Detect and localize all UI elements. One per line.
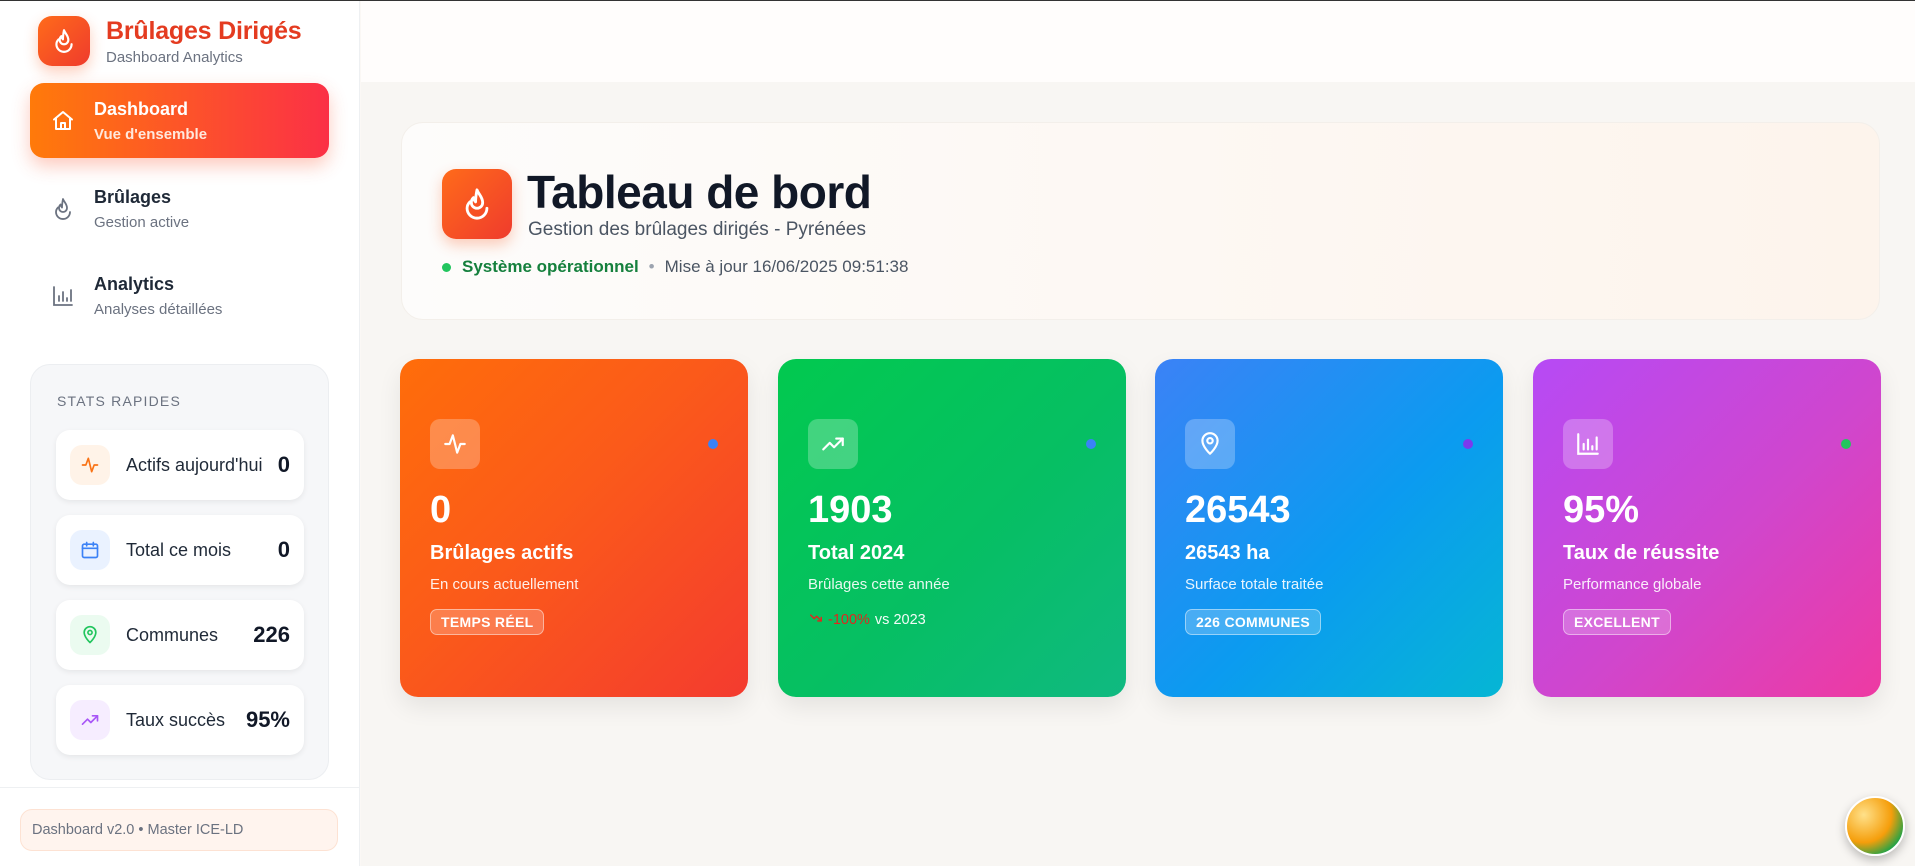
quick-stat-label: Total ce mois: [126, 539, 232, 560]
quick-stat-label: Communes: [126, 624, 219, 645]
kpi-status-dot: [1841, 439, 1851, 449]
kpi-value: 26543: [1185, 489, 1291, 531]
kpi-value: 1903: [808, 489, 893, 531]
kpi-status-dot: [708, 439, 718, 449]
bar-chart-icon: [1563, 419, 1613, 469]
flame-icon: [442, 169, 512, 239]
map-pin-icon: [1185, 419, 1235, 469]
kpi-badge: TEMPS RÉEL: [430, 609, 545, 635]
nav-item-subtitle: Vue d'ensemble: [94, 125, 208, 143]
nav-item-title: Dashboard: [94, 98, 189, 119]
nav-item-subtitle: Analyses détaillées: [94, 300, 223, 318]
page-title: Tableau de bord: [527, 166, 872, 218]
kpi-trend: -100% vs 2023: [808, 611, 926, 629]
quick-stats-panel: STATS RAPIDES Actifs aujourd'hui 0 Total…: [30, 364, 329, 780]
brand-title: Brûlages Dirigés: [106, 16, 302, 45]
nav-item-title: Analytics: [94, 273, 175, 294]
assistant-avatar[interactable]: [1845, 796, 1905, 856]
nav-item-title: Brûlages: [94, 186, 172, 207]
trend-value: -100%: [828, 612, 870, 628]
trending-up-icon: [70, 700, 110, 740]
kpi-badge: EXCELLENT: [1563, 609, 1671, 635]
quick-stat-value: 226: [253, 622, 290, 647]
last-update: Mise à jour 16/06/2025 09:51:38: [664, 257, 909, 276]
kpi-description: Performance globale: [1563, 576, 1702, 593]
kpi-label: Total 2024: [808, 542, 905, 564]
sidebar: Brûlages Dirigés Dashboard Analytics Das…: [0, 1, 360, 866]
kpi-description: Brûlages cette année: [808, 576, 950, 593]
nav-item-subtitle: Gestion active: [94, 213, 190, 231]
version-footer: Dashboard v2.0 • Master ICE-LD: [20, 809, 338, 851]
flame-icon: [50, 196, 76, 222]
quick-stat-total-mois[interactable]: Total ce mois 0: [56, 515, 304, 585]
quick-stat-label: Actifs aujourd'hui: [126, 454, 263, 475]
kpi-label: 26543 ha: [1185, 542, 1270, 564]
quick-stat-communes[interactable]: Communes 226: [56, 600, 304, 670]
kpi-value: 95%: [1563, 489, 1640, 531]
trend-comparison: vs 2023: [874, 612, 926, 628]
trending-down-icon: [808, 611, 824, 629]
nav-item-analytics[interactable]: Analytics Analyses détaillées: [30, 258, 329, 333]
quick-stat-value: 0: [277, 537, 290, 562]
sidebar-footer-divider: [0, 787, 359, 788]
kpi-badge: 226 COMMUNES: [1185, 609, 1322, 635]
status-text: Système opérationnel: [462, 257, 639, 276]
dashboard-header: Tableau de bord Gestion des brûlages dir…: [401, 122, 1880, 320]
trending-up-icon: [808, 419, 858, 469]
kpi-status-dot: [1463, 439, 1473, 449]
quick-stat-actifs[interactable]: Actifs aujourd'hui 0: [56, 430, 304, 500]
status-dot: [442, 262, 451, 272]
nav-item-brulages[interactable]: Brûlages Gestion active: [30, 171, 329, 246]
kpi-label: Taux de réussite: [1563, 542, 1720, 564]
brand[interactable]: Brûlages Dirigés Dashboard Analytics: [38, 16, 302, 66]
kpi-card-brulages-actifs[interactable]: 0 Brûlages actifs En cours actuellement …: [400, 359, 748, 697]
quick-stats-heading: STATS RAPIDES: [57, 393, 181, 409]
kpi-description: En cours actuellement: [430, 576, 579, 593]
kpi-status-dot: [1086, 439, 1096, 449]
quick-stat-taux-succes[interactable]: Taux succès 95%: [56, 685, 304, 755]
map-pin-icon: [70, 615, 110, 655]
page-subtitle: Gestion des brûlages dirigés - Pyrénées: [528, 219, 866, 240]
activity-icon: [70, 445, 110, 485]
nav-item-dashboard[interactable]: Dashboard Vue d'ensemble: [30, 83, 329, 158]
calendar-icon: [70, 530, 110, 570]
kpi-description: Surface totale traitée: [1185, 576, 1324, 593]
brand-subtitle: Dashboard Analytics: [106, 48, 243, 66]
bar-chart-icon: [50, 283, 76, 309]
status-separator: •: [648, 257, 655, 276]
system-status: Système opérationnel • Mise à jour 16/06…: [442, 257, 908, 277]
kpi-card-surface[interactable]: 26543 26543 ha Surface totale traitée 22…: [1155, 359, 1503, 697]
kpi-value: 0: [430, 489, 452, 531]
home-icon: [50, 108, 76, 134]
kpi-label: Brûlages actifs: [430, 542, 574, 564]
kpi-card-total-2024[interactable]: 1903 Total 2024 Brûlages cette année -10…: [778, 359, 1126, 697]
quick-stat-value: 95%: [245, 707, 290, 732]
main-topbar: [361, 1, 1915, 82]
flame-icon: [38, 16, 90, 66]
quick-stat-value: 0: [277, 452, 290, 477]
kpi-card-taux-reussite[interactable]: 95% Taux de réussite Performance globale…: [1533, 359, 1881, 697]
activity-icon: [430, 419, 480, 469]
quick-stat-label: Taux succès: [126, 709, 226, 730]
